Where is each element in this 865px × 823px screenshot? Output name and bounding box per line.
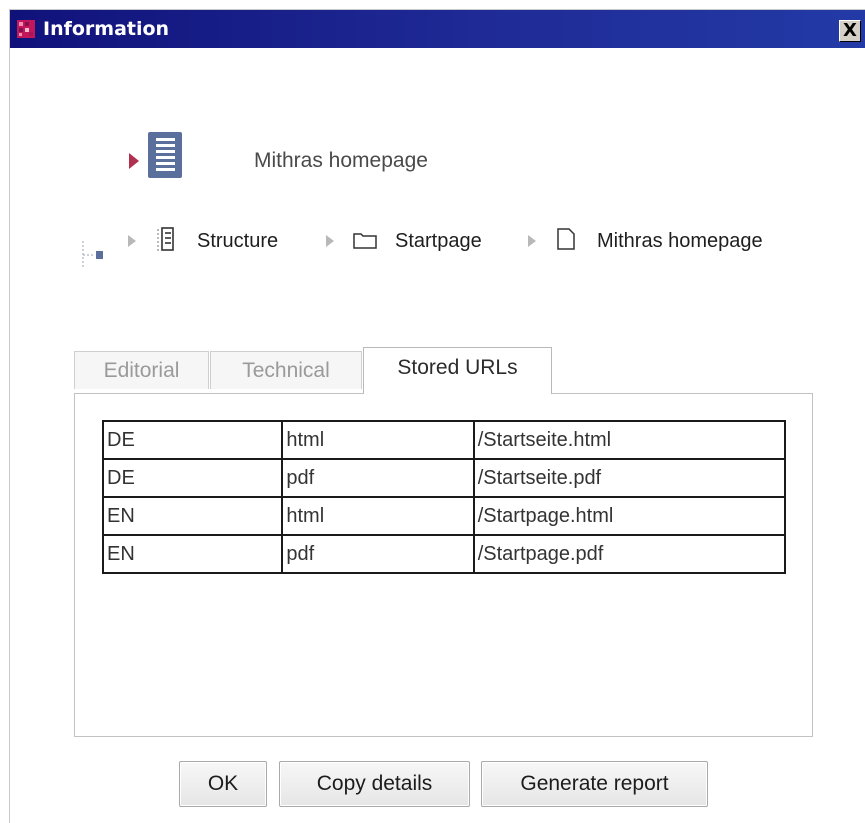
- ok-button[interactable]: OK: [179, 761, 267, 807]
- breadcrumb: Structure Startpage Mithras homepage: [81, 223, 841, 269]
- breadcrumb-item-mithras-homepage[interactable]: Mithras homepage: [597, 230, 763, 253]
- close-icon: X: [843, 20, 857, 41]
- language-cell: EN: [101, 534, 284, 574]
- url-cell: /Startpage.pdf: [472, 534, 787, 574]
- tab-editorial[interactable]: Editorial: [74, 351, 209, 389]
- table-row[interactable]: DE pdf /Startseite.pdf: [101, 458, 787, 498]
- tab-technical[interactable]: Technical: [210, 351, 362, 389]
- language-cell: DE: [101, 458, 284, 498]
- page-icon: [557, 228, 575, 250]
- language-cell: DE: [101, 420, 284, 460]
- title-bar: Information X: [10, 10, 865, 48]
- object-indicator-arrow-icon: [129, 153, 139, 169]
- stored-urls-panel: DE html /Startseite.html DE pdf /Startse…: [74, 393, 813, 737]
- url-cell: /Startseite.html: [472, 420, 787, 460]
- folder-icon: [353, 233, 377, 249]
- table-row[interactable]: DE html /Startseite.html: [101, 420, 787, 460]
- tab-stored-urls[interactable]: Stored URLs: [363, 347, 552, 394]
- format-cell: html: [281, 496, 475, 536]
- information-dialog: Information X Mithras homepage Structure…: [9, 9, 865, 823]
- dialog-title: Information: [43, 18, 170, 40]
- tree-root-icon: [82, 241, 103, 267]
- app-icon: [17, 20, 35, 38]
- stored-urls-table: DE html /Startseite.html DE pdf /Startse…: [101, 420, 787, 574]
- breadcrumb-item-startpage[interactable]: Startpage: [395, 230, 482, 253]
- generate-report-button[interactable]: Generate report: [481, 761, 708, 807]
- close-button[interactable]: X: [839, 20, 861, 42]
- url-cell: /Startseite.pdf: [472, 458, 787, 498]
- format-cell: pdf: [281, 458, 475, 498]
- chevron-right-icon: [326, 235, 334, 247]
- copy-details-button[interactable]: Copy details: [279, 761, 470, 807]
- page-document-icon: [148, 132, 182, 178]
- table-row[interactable]: EN html /Startpage.html: [101, 496, 787, 536]
- structure-icon: [157, 227, 174, 251]
- breadcrumb-item-structure[interactable]: Structure: [197, 230, 278, 253]
- table-row[interactable]: EN pdf /Startpage.pdf: [101, 534, 787, 574]
- object-name: Mithras homepage: [254, 149, 428, 172]
- chevron-right-icon: [528, 235, 536, 247]
- chevron-right-icon: [128, 235, 136, 247]
- language-cell: EN: [101, 496, 284, 536]
- url-cell: /Startpage.html: [472, 496, 787, 536]
- format-cell: pdf: [281, 534, 475, 574]
- format-cell: html: [281, 420, 475, 460]
